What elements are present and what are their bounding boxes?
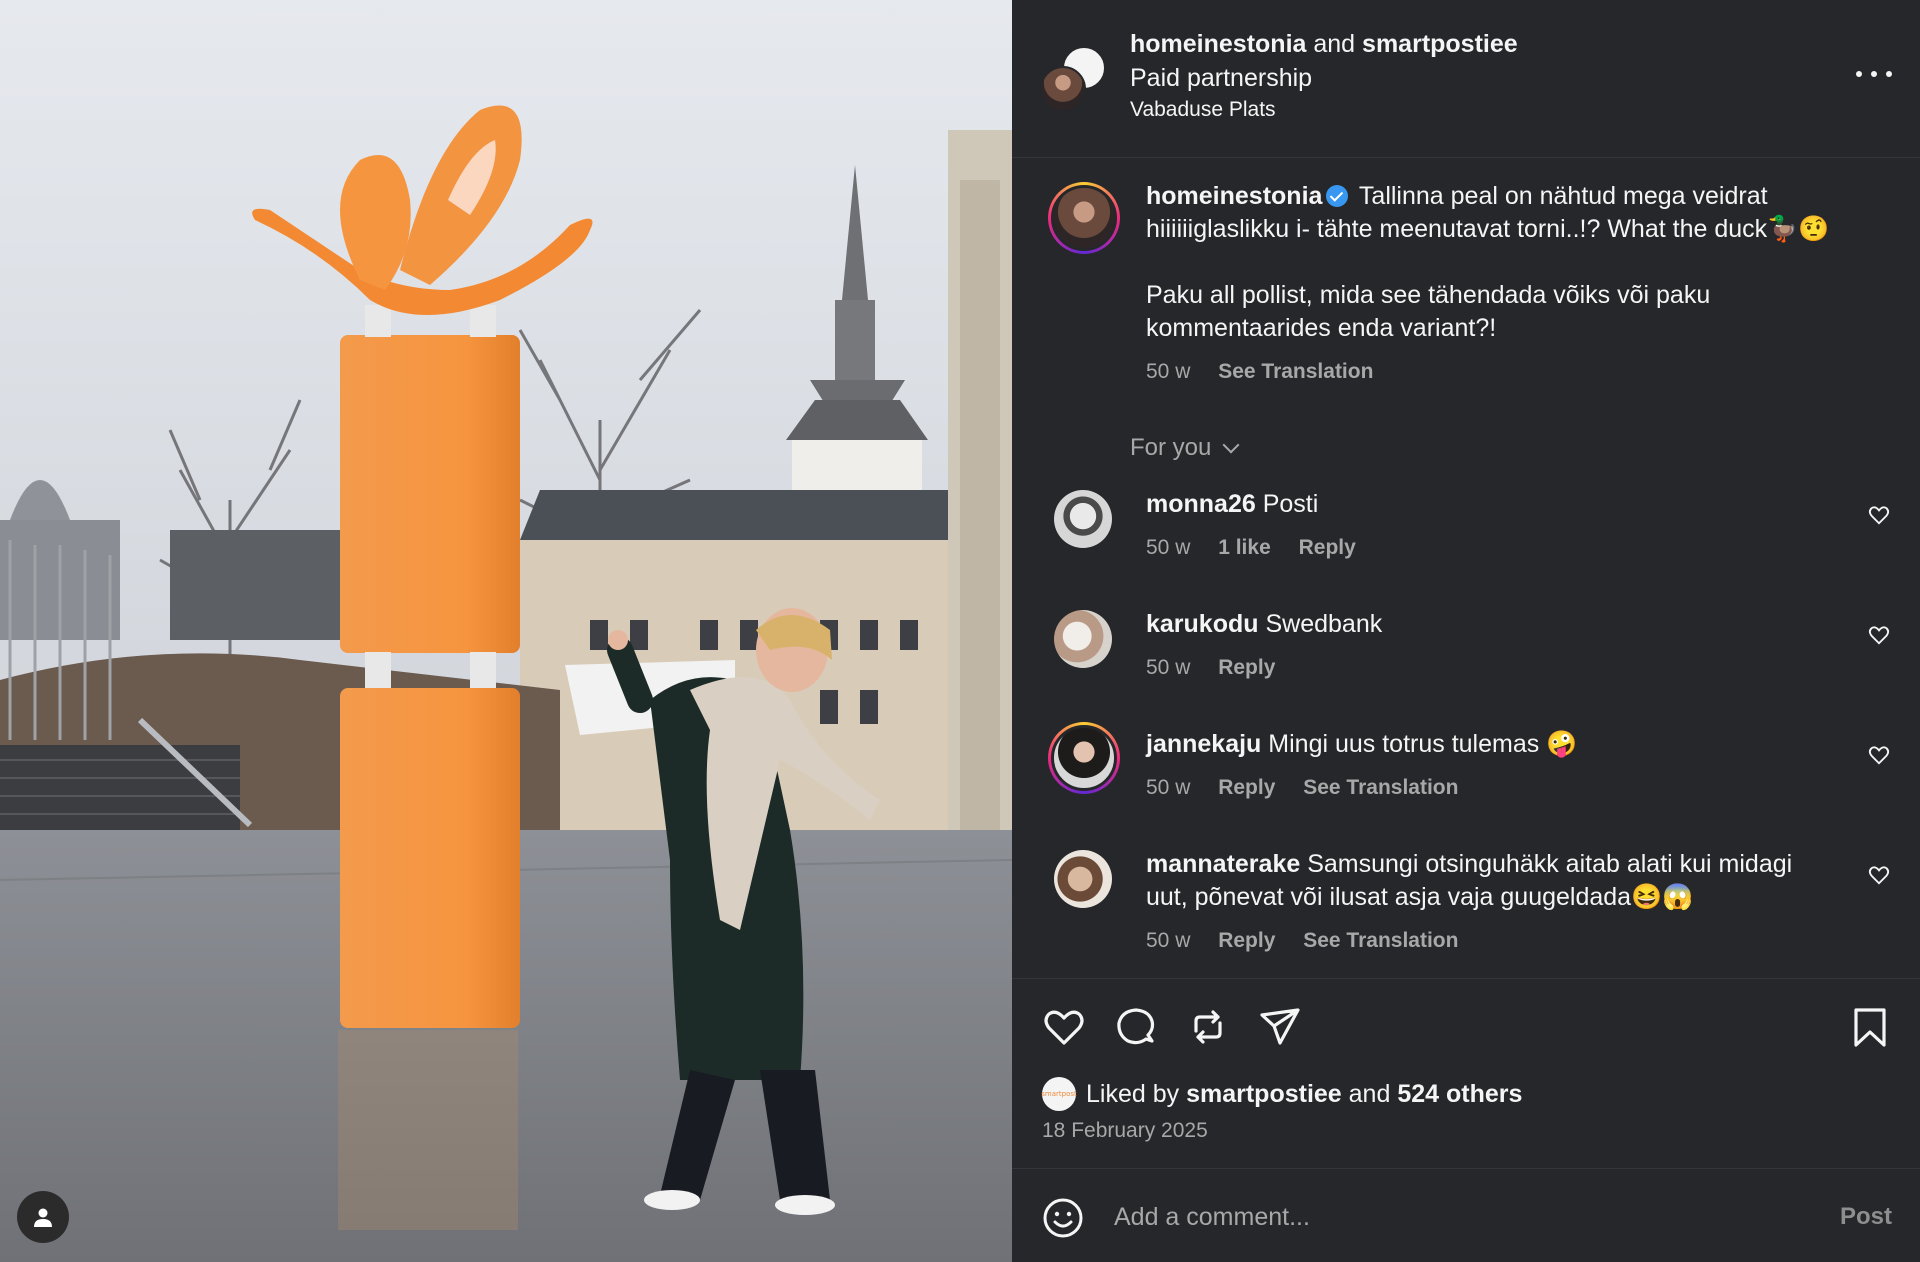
comment-sort-dropdown[interactable]: For you bbox=[1130, 434, 1240, 462]
comment-username[interactable]: karukodu bbox=[1146, 610, 1259, 638]
caption-username[interactable]: homeinestonia bbox=[1146, 182, 1322, 210]
comment-age: 50 w bbox=[1146, 776, 1191, 799]
caption-line2: hiiiiiiglaslikku i- tähte meenutavat tor… bbox=[1146, 215, 1830, 243]
see-translation-link[interactable]: See Translation bbox=[1218, 360, 1373, 383]
collab-avatars[interactable] bbox=[1040, 46, 1106, 112]
chevron-down-icon bbox=[1222, 436, 1240, 454]
caption-line4: kommentaarides enda variant?! bbox=[1146, 314, 1497, 342]
caption-avatar[interactable] bbox=[1048, 182, 1120, 254]
reply-button[interactable]: Reply bbox=[1218, 776, 1275, 799]
reply-button[interactable]: Reply bbox=[1218, 929, 1275, 952]
comment-text-line1: Samsungi otsinguhäkk aitab alati kui mid… bbox=[1307, 850, 1793, 878]
comment-text: Swedbank bbox=[1265, 610, 1383, 638]
comments-feed[interactable]: homeinestonia Tallinna peal on nähtud me… bbox=[1012, 158, 1920, 978]
share-icon[interactable] bbox=[1258, 1005, 1302, 1049]
add-comment-input[interactable] bbox=[1114, 1195, 1754, 1239]
comment-avatar[interactable] bbox=[1054, 490, 1112, 548]
liked-by-prefix: Liked by bbox=[1086, 1079, 1180, 1108]
liked-by-avatar-logo: smartpost bbox=[1041, 1090, 1077, 1098]
more-icon[interactable] bbox=[1856, 62, 1892, 86]
header-account2-link[interactable]: smartpostiee bbox=[1362, 30, 1518, 58]
user-tag-icon[interactable] bbox=[17, 1191, 69, 1243]
paid-partnership-label[interactable]: Paid partnership bbox=[1130, 60, 1518, 96]
comment-heart-icon[interactable] bbox=[1868, 504, 1890, 526]
comment-text: Posti bbox=[1262, 490, 1319, 518]
caption-line1: Tallinna peal on nähtud mega veidrat bbox=[1358, 182, 1768, 210]
bookmark-icon[interactable] bbox=[1848, 1005, 1892, 1049]
comment-username[interactable]: jannekaju bbox=[1146, 730, 1261, 758]
avatar-homeinestonia[interactable] bbox=[1040, 66, 1086, 112]
liked-by-user-link[interactable]: smartpostiee bbox=[1186, 1080, 1342, 1109]
caption-text: homeinestonia Tallinna peal on nähtud me… bbox=[1146, 180, 1886, 345]
comment-composer: Post bbox=[1012, 1168, 1920, 1262]
caption-meta: 50 w See Translation bbox=[1146, 355, 1886, 388]
reply-button[interactable]: Reply bbox=[1299, 536, 1356, 559]
comment-likes-link[interactable]: 1 like bbox=[1218, 536, 1271, 559]
comment-age: 50 w bbox=[1146, 656, 1191, 679]
liked-by-joiner: and bbox=[1348, 1079, 1391, 1108]
repost-icon[interactable] bbox=[1186, 1005, 1230, 1049]
comment-avatar[interactable] bbox=[1054, 610, 1112, 668]
comment-heart-icon[interactable] bbox=[1868, 744, 1890, 766]
see-translation-link[interactable]: See Translation bbox=[1303, 929, 1458, 952]
comment-username[interactable]: monna26 bbox=[1146, 490, 1256, 518]
comment-heart-icon[interactable] bbox=[1868, 864, 1890, 886]
caption-age: 50 w bbox=[1146, 360, 1191, 383]
location-link[interactable]: Vabaduse Plats bbox=[1130, 96, 1518, 124]
comment-sort-label: For you bbox=[1130, 434, 1212, 461]
comment-avatar[interactable] bbox=[1054, 850, 1112, 908]
heart-icon[interactable] bbox=[1042, 1005, 1086, 1049]
liked-by-others-link[interactable]: 524 others bbox=[1397, 1080, 1522, 1109]
post-header: homeinestonia and smartpostiee Paid part… bbox=[1012, 0, 1920, 158]
verified-badge-icon bbox=[1326, 185, 1349, 207]
comment-age: 50 w bbox=[1146, 929, 1191, 952]
caption-line3: Paku all pollist, mida see tähendada või… bbox=[1146, 281, 1711, 309]
emoji-icon[interactable] bbox=[1042, 1197, 1084, 1239]
post-photo[interactable] bbox=[0, 0, 1012, 1262]
comment-avatar[interactable] bbox=[1048, 722, 1120, 794]
post-date[interactable]: 18 February 2025 bbox=[1042, 1119, 1208, 1143]
header-accounts: homeinestonia and smartpostiee bbox=[1130, 28, 1518, 60]
liked-by-avatar[interactable]: smartpost bbox=[1041, 1077, 1077, 1111]
reply-button[interactable]: Reply bbox=[1218, 656, 1275, 679]
post-actions: smartpost Liked by smartpostiee and 524 … bbox=[1012, 978, 1920, 1168]
post-side-panel: homeinestonia and smartpostiee Paid part… bbox=[1012, 0, 1920, 1262]
comment-age: 50 w bbox=[1146, 536, 1191, 559]
comment-username[interactable]: mannaterake bbox=[1146, 850, 1300, 878]
header-joiner: and bbox=[1313, 30, 1356, 58]
comment-text: Mingi uus totrus tulemas 🤪 bbox=[1268, 730, 1578, 758]
see-translation-link[interactable]: See Translation bbox=[1303, 776, 1458, 799]
post-comment-button[interactable]: Post bbox=[1840, 1203, 1892, 1231]
liked-by: smartpost Liked by smartpostiee and 524 … bbox=[1041, 1077, 1522, 1111]
header-account1-link[interactable]: homeinestonia bbox=[1130, 30, 1306, 58]
comment-text-line2: uut, põnevat või ilusat asja vaja guugel… bbox=[1146, 883, 1694, 911]
comment-icon[interactable] bbox=[1114, 1005, 1158, 1049]
photo-scene bbox=[0, 0, 1012, 1262]
comment-heart-icon[interactable] bbox=[1868, 624, 1890, 646]
